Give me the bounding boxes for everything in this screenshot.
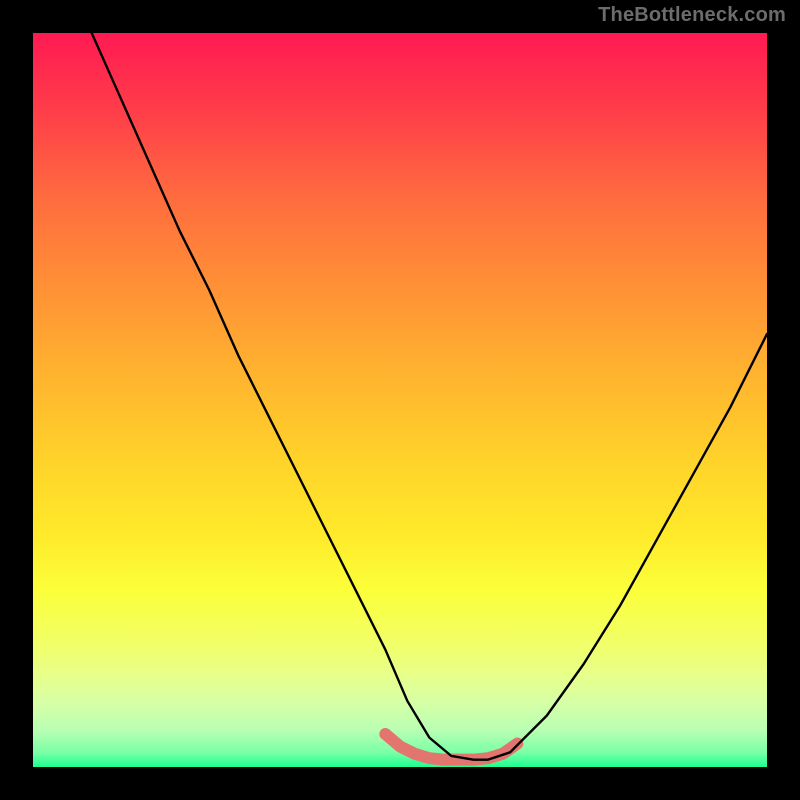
curve-layer [33,33,767,767]
plot-area [33,33,767,767]
chart-frame: TheBottleneck.com [0,0,800,800]
watermark: TheBottleneck.com [598,4,786,27]
main-curve [92,33,767,760]
